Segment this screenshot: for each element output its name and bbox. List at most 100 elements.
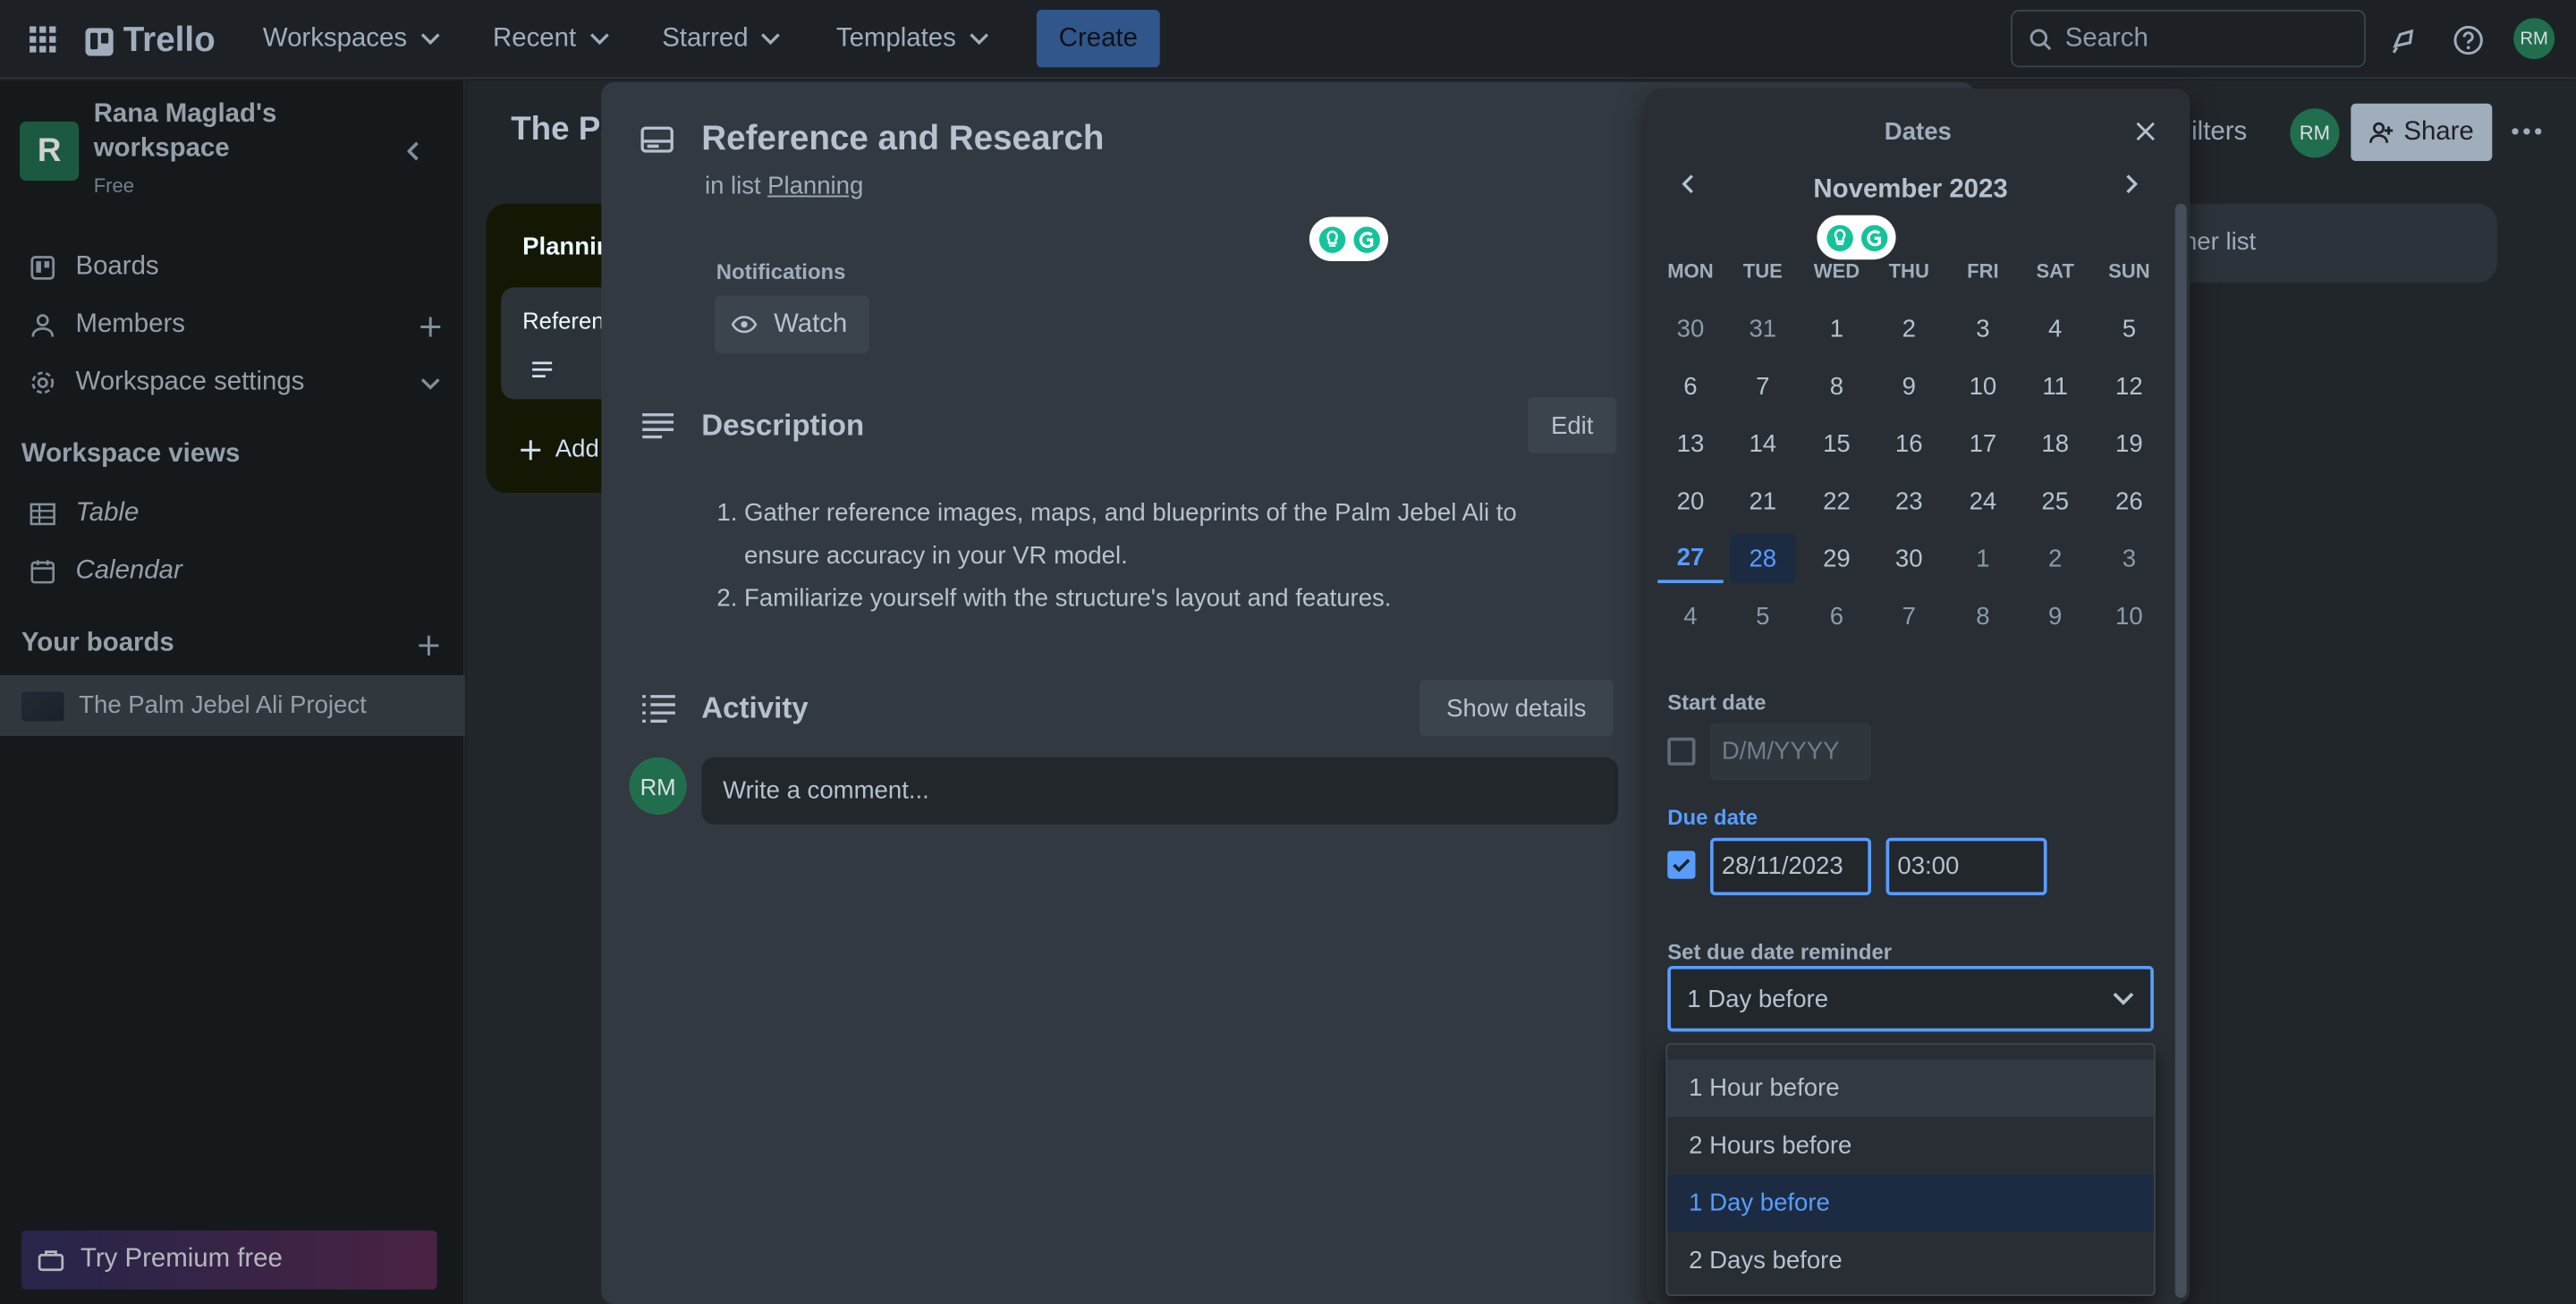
calendar-day-outside-month[interactable]: 4 [1657, 591, 1723, 640]
reminder-select[interactable]: 1 Day before [1667, 965, 2154, 1032]
calendar-day[interactable]: 21 [1730, 477, 1795, 526]
calendar-day[interactable]: 13 [1657, 419, 1723, 468]
reminder-option-selected[interactable]: 1 Day before [1667, 1174, 2154, 1232]
card-preview[interactable]: Referen [501, 287, 618, 400]
calendar-day-outside-month[interactable]: 5 [1730, 591, 1795, 640]
filters-button[interactable]: ilters [2191, 118, 2247, 148]
calendar-day[interactable]: 8 [1804, 361, 1869, 411]
add-board-icon[interactable] [416, 632, 442, 658]
close-icon[interactable] [2136, 122, 2156, 141]
due-date-input[interactable]: 28/11/2023 [1710, 837, 1872, 896]
description-list[interactable]: Gather reference images, maps, and bluep… [716, 493, 1571, 621]
calendar-day[interactable]: 19 [2097, 419, 2162, 468]
collapse-sidebar-button[interactable] [396, 133, 432, 169]
notifications-icon[interactable] [2389, 25, 2422, 58]
calendar-day-outside-month[interactable]: 10 [2097, 591, 2162, 640]
calendar-day[interactable]: 17 [1950, 419, 2015, 468]
sidebar-board-item[interactable]: The Palm Jebel Ali Project [0, 674, 465, 736]
try-premium-button[interactable]: Try Premium free [21, 1230, 437, 1290]
calendar-day-outside-month[interactable]: 1 [1950, 534, 2015, 583]
start-date-checkbox[interactable] [1667, 737, 1696, 766]
reminder-option[interactable]: 2 Hours before [1667, 1117, 2154, 1174]
nav-starred[interactable]: Starred [662, 16, 781, 62]
calendar-day-today[interactable]: 27 [1657, 534, 1724, 584]
member-avatar[interactable]: RM [2290, 108, 2340, 158]
card-title[interactable]: Reference and Research [701, 120, 1104, 159]
calendar-day[interactable]: 5 [2097, 304, 2162, 353]
calendar-day[interactable]: 9 [1877, 361, 1942, 411]
nav-workspaces[interactable]: Workspaces [263, 16, 440, 62]
sidebar-view-calendar[interactable]: Calendar [30, 557, 182, 587]
comment-input[interactable]: Write a comment... [701, 757, 1619, 826]
calendar-day[interactable]: 12 [2097, 361, 2162, 411]
chevron-right-icon [2124, 174, 2138, 194]
calendar-day[interactable]: 1 [1804, 304, 1869, 353]
calendar-day[interactable]: 3 [1950, 304, 2015, 353]
calendar-day[interactable]: 29 [1804, 534, 1869, 583]
calendar-day[interactable]: 20 [1657, 477, 1723, 526]
next-month-button[interactable] [2124, 174, 2138, 194]
nav-templates[interactable]: Templates [836, 16, 989, 62]
due-date-label: Due date [1667, 804, 1758, 830]
calendar-day-outside-month[interactable]: 8 [1950, 591, 2015, 640]
chevron-down-icon[interactable] [420, 377, 440, 391]
calendar-day[interactable]: 22 [1804, 477, 1869, 526]
calendar-day-outside-month[interactable]: 3 [2097, 534, 2162, 583]
sidebar-item-label: Calendar [75, 556, 182, 585]
app-switcher-icon[interactable] [30, 26, 56, 53]
calendar-day[interactable]: 6 [1657, 361, 1723, 411]
scrollbar[interactable] [2174, 203, 2187, 1298]
calendar-day-outside-month[interactable]: 7 [1877, 591, 1942, 640]
calendar-day-outside-month[interactable]: 31 [1730, 304, 1795, 353]
due-time-input[interactable]: 03:00 [1885, 837, 2047, 896]
sidebar-item-boards[interactable]: Boards [30, 253, 159, 283]
grammarly-widget[interactable] [1309, 216, 1389, 262]
due-date-checkbox[interactable] [1667, 851, 1696, 879]
add-card-button[interactable]: Add [519, 436, 599, 463]
calendar-day[interactable]: 23 [1877, 477, 1942, 526]
show-details-button[interactable]: Show details [1419, 680, 1614, 736]
watch-button[interactable]: Watch [714, 295, 869, 353]
more-icon[interactable] [2512, 128, 2542, 135]
share-button[interactable]: Share [2351, 103, 2493, 161]
calendar-day[interactable]: 18 [2022, 419, 2088, 468]
list-title[interactable]: Plannin [522, 233, 611, 261]
calendar-day-outside-month[interactable]: 30 [1657, 304, 1723, 353]
calendar-day[interactable]: 24 [1950, 477, 2015, 526]
reminder-selected-value: 1 Day before [1687, 985, 1829, 1013]
list-link[interactable]: Planning [767, 173, 863, 200]
trello-logo[interactable]: Trello [85, 21, 216, 61]
calendar-day-outside-month[interactable]: 9 [2022, 591, 2088, 640]
calendar-day-selected[interactable]: 28 [1730, 533, 1796, 584]
bulb-icon [1825, 223, 1854, 252]
calendar-day[interactable]: 16 [1877, 419, 1942, 468]
help-icon[interactable] [2453, 25, 2484, 56]
user-avatar[interactable]: RM [2513, 18, 2555, 60]
calendar-day[interactable]: 10 [1950, 361, 2015, 411]
calendar-day[interactable]: 30 [1877, 534, 1942, 583]
reminder-option[interactable]: 1 Hour before [1667, 1059, 2154, 1117]
weekday-header: FRI [1967, 259, 1999, 283]
calendar-day[interactable]: 14 [1730, 419, 1795, 468]
sidebar-item-members[interactable]: Members [30, 310, 185, 340]
start-date-input[interactable]: D/M/YYYY [1710, 723, 1872, 781]
edit-description-button[interactable]: Edit [1528, 397, 1617, 453]
sidebar-item-workspace-settings[interactable]: Workspace settings [30, 368, 304, 397]
calendar-day[interactable]: 2 [1877, 304, 1942, 353]
calendar-day[interactable]: 11 [2022, 361, 2088, 411]
search-input[interactable]: Search [2011, 10, 2366, 68]
calendar-day[interactable]: 26 [2097, 477, 2162, 526]
add-member-icon[interactable] [418, 314, 444, 340]
calendar-day[interactable]: 25 [2022, 477, 2088, 526]
sidebar-view-table[interactable]: Table [30, 499, 139, 529]
add-another-list-button[interactable]: her list [2158, 203, 2497, 283]
calendar-day-outside-month[interactable]: 2 [2022, 534, 2088, 583]
reminder-option[interactable]: 2 Days before [1667, 1232, 2154, 1290]
grammarly-widget[interactable] [1817, 215, 1896, 260]
calendar-day-outside-month[interactable]: 6 [1804, 591, 1869, 640]
calendar-day[interactable]: 7 [1730, 361, 1795, 411]
create-button[interactable]: Create [1036, 10, 1160, 68]
calendar-day[interactable]: 4 [2022, 304, 2088, 353]
calendar-day[interactable]: 15 [1804, 419, 1869, 468]
nav-recent[interactable]: Recent [493, 16, 609, 62]
